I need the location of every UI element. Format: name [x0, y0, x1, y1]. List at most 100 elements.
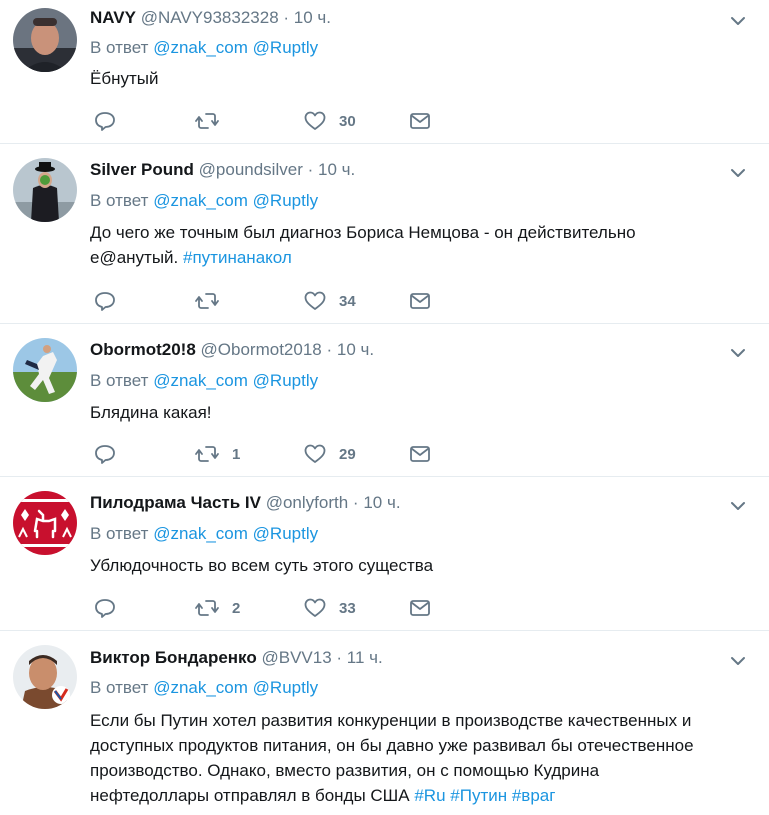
heart-icon: [304, 598, 326, 617]
reply-prefix: В ответ: [90, 524, 149, 543]
reply-context: В ответ @znak_com @Ruptly: [90, 523, 318, 545]
heart-icon: [304, 444, 326, 463]
like-count: 29: [339, 445, 356, 463]
avatar[interactable]: [13, 338, 77, 402]
display-name[interactable]: Silver Pound: [90, 160, 194, 179]
timestamp[interactable]: 10 ч.: [363, 493, 400, 512]
tweet-text-line: доступных продуктов питания, он бы давно…: [90, 736, 694, 755]
like-button[interactable]: 29: [303, 442, 356, 466]
hashtag-link[interactable]: #Путин: [450, 786, 507, 805]
reply-prefix: В ответ: [90, 371, 149, 390]
tweet-text-content: Блядина какая!: [90, 403, 212, 422]
reply-button[interactable]: [93, 289, 117, 313]
display-name[interactable]: Пилодрама Часть IV: [90, 493, 261, 512]
like-count: 34: [339, 292, 356, 310]
hashtag-link[interactable]: #путинанакол: [183, 248, 292, 267]
display-name[interactable]: Obormot20!8: [90, 340, 196, 359]
timestamp[interactable]: 10 ч.: [294, 8, 331, 27]
tweet[interactable]: Виктор Бондаренко @BVV13 · 11 ч. В ответ…: [0, 631, 769, 815]
direct-message-button[interactable]: [408, 289, 432, 313]
reply-context: В ответ @znak_com @Ruptly: [90, 37, 318, 59]
heart-icon: [304, 291, 326, 310]
mention-link[interactable]: @Ruptly: [253, 191, 318, 210]
user-handle[interactable]: @poundsilver: [199, 160, 303, 179]
retweet-count: 2: [232, 599, 241, 617]
tweet-header: Виктор Бондаренко @BVV13 · 11 ч.: [90, 647, 383, 669]
user-handle[interactable]: @BVV13: [261, 648, 331, 667]
chevron-down-icon[interactable]: [729, 164, 747, 182]
mention-link[interactable]: @znak_com: [153, 191, 248, 210]
timestamp[interactable]: 10 ч.: [318, 160, 355, 179]
direct-message-button[interactable]: [408, 596, 432, 620]
avatar[interactable]: [13, 645, 77, 709]
retweet-button[interactable]: 2: [194, 596, 240, 620]
tweet-text-line: е@анутый. #путинанакол: [90, 245, 750, 270]
tweet-actions: 34: [90, 289, 450, 315]
like-button[interactable]: 30: [303, 109, 356, 133]
tweet-text-line: производство. Однако, вместо развития, о…: [90, 761, 600, 780]
envelope-icon: [410, 446, 430, 462]
reply-button[interactable]: [93, 596, 117, 620]
reply-button[interactable]: [93, 442, 117, 466]
direct-message-button[interactable]: [408, 109, 432, 133]
mention-link[interactable]: @Ruptly: [253, 678, 318, 697]
retweet-icon: [195, 113, 219, 129]
user-handle[interactable]: @onlyforth: [266, 493, 348, 512]
tweet-text-line: нефтедоллары отправлял в бонды США #Ru #…: [90, 783, 750, 808]
direct-message-button[interactable]: [408, 442, 432, 466]
retweet-icon: [195, 600, 219, 616]
avatar[interactable]: [13, 491, 77, 555]
chevron-down-icon[interactable]: [729, 652, 747, 670]
retweet-button[interactable]: [194, 289, 220, 313]
tweet-actions: 2 33: [90, 596, 450, 622]
tweet-text-fragment: е@анутый.: [90, 248, 179, 267]
hashtag-link[interactable]: #враг: [512, 786, 556, 805]
user-handle[interactable]: @Obormot2018: [201, 340, 322, 359]
reply-button[interactable]: [93, 109, 117, 133]
reply-context: В ответ @znak_com @Ruptly: [90, 677, 318, 699]
tweet[interactable]: Obormot20!8 @Obormot2018 · 10 ч. В ответ…: [0, 324, 769, 477]
like-button[interactable]: 33: [303, 596, 356, 620]
tweet-text: Ублюдочность во всем суть этого существа: [90, 553, 750, 578]
retweet-button[interactable]: [194, 109, 220, 133]
tweet-actions: 1 29: [90, 442, 450, 468]
mention-link[interactable]: @Ruptly: [253, 38, 318, 57]
mention-link[interactable]: @znak_com: [153, 38, 248, 57]
chevron-down-icon[interactable]: [729, 497, 747, 515]
tweet-header: NAVY @NAVY93832328 · 10 ч.: [90, 7, 331, 29]
envelope-icon: [410, 293, 430, 309]
mention-link[interactable]: @Ruptly: [253, 371, 318, 390]
mention-link[interactable]: @Ruptly: [253, 524, 318, 543]
envelope-icon: [410, 600, 430, 616]
mention-link[interactable]: @znak_com: [153, 371, 248, 390]
chevron-down-icon[interactable]: [729, 12, 747, 30]
separator-dot: ·: [307, 160, 314, 179]
retweet-icon: [195, 293, 219, 309]
avatar[interactable]: [13, 8, 77, 72]
avatar[interactable]: [13, 158, 77, 222]
separator-dot: ·: [352, 493, 359, 512]
tweet[interactable]: Пилодрама Часть IV @onlyforth · 10 ч. В …: [0, 477, 769, 631]
tweet-text: Ёбнутый: [90, 66, 750, 91]
tweet[interactable]: NAVY @NAVY93832328 · 10 ч. В ответ @znak…: [0, 0, 769, 144]
reply-prefix: В ответ: [90, 191, 149, 210]
tweet[interactable]: Silver Pound @poundsilver · 10 ч. В отве…: [0, 144, 769, 324]
timestamp[interactable]: 10 ч.: [337, 340, 374, 359]
mention-link[interactable]: @znak_com: [153, 678, 248, 697]
chevron-down-icon[interactable]: [729, 344, 747, 362]
retweet-count: 1: [232, 445, 241, 463]
user-handle[interactable]: @NAVY93832328: [141, 8, 279, 27]
reply-icon: [95, 599, 115, 618]
tweet-text-line: До чего же точным был диагноз Бориса Нем…: [90, 223, 636, 242]
hashtag-link[interactable]: #Ru: [414, 786, 445, 805]
retweet-button[interactable]: 1: [194, 442, 240, 466]
mention-link[interactable]: @znak_com: [153, 524, 248, 543]
display-name[interactable]: NAVY: [90, 8, 136, 27]
reply-prefix: В ответ: [90, 678, 149, 697]
tweet-header: Obormot20!8 @Obormot2018 · 10 ч.: [90, 339, 374, 361]
timestamp[interactable]: 11 ч.: [347, 648, 383, 667]
heart-icon: [304, 111, 326, 130]
tweet-text-fragment: нефтедоллары отправлял в бонды США: [90, 786, 410, 805]
display-name[interactable]: Виктор Бондаренко: [90, 648, 257, 667]
like-button[interactable]: 34: [303, 289, 356, 313]
